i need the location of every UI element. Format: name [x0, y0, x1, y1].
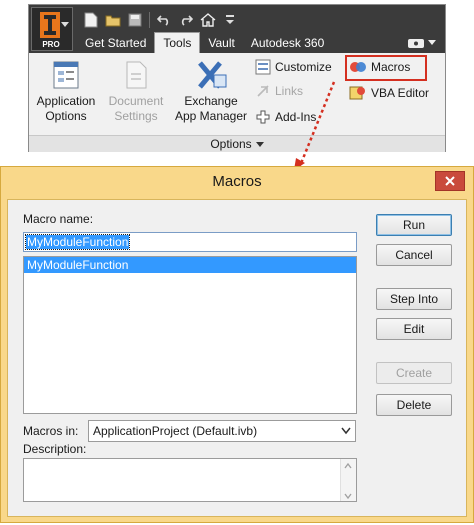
macros-in-select[interactable]: ApplicationProject (Default.ivb) — [88, 420, 356, 442]
scroll-arrows-icon — [344, 462, 352, 500]
app-menu-caret-icon — [61, 22, 69, 27]
step-into-button[interactable]: Step Into — [376, 288, 452, 310]
exchange-label-1: Exchange — [184, 94, 238, 108]
customize-button[interactable]: Customize — [255, 57, 332, 77]
customize-label: Customize — [275, 60, 332, 74]
new-file-icon[interactable] — [81, 10, 101, 30]
cancel-button[interactable]: Cancel — [376, 244, 452, 266]
customize-icon — [255, 59, 271, 75]
close-icon — [445, 176, 455, 186]
tab-get-started[interactable]: Get Started — [77, 33, 154, 53]
panel-expand-caret-icon — [255, 142, 264, 148]
tab-vault[interactable]: Vault — [200, 33, 242, 53]
create-button[interactable]: Create — [376, 362, 452, 384]
document-settings-button[interactable]: Document Settings — [101, 59, 171, 124]
macro-name-input[interactable]: MyModuleFunction — [23, 232, 357, 252]
macro-list[interactable]: MyModuleFunction — [23, 256, 357, 414]
add-ins-icon — [256, 110, 270, 124]
save-icon[interactable] — [125, 10, 145, 30]
macros-in-label: Macros in: — [23, 424, 79, 438]
document-settings-label-2: Settings — [114, 109, 158, 123]
tab-autodesk-360[interactable]: Autodesk 360 — [243, 33, 332, 53]
panel-toggle-icon — [408, 39, 424, 48]
add-ins-label: Add-Ins — [275, 110, 317, 124]
exchange-label-2: App Manager — [174, 109, 248, 123]
ribbon: PRO Get Started Tools Vault Autodesk 360… — [28, 4, 446, 152]
chevron-down-icon — [341, 427, 351, 435]
options-panel-footer[interactable]: Options — [29, 135, 445, 152]
macro-name-value: MyModuleFunction — [24, 234, 131, 250]
macros-dialog: Macros Macro name: MyModuleFunction MyMo… — [0, 166, 474, 523]
exchange-app-manager-icon — [198, 61, 227, 89]
application-options-label-1: Application — [36, 94, 96, 108]
macro-name-label: Macro name: — [23, 212, 94, 226]
application-options-icon — [53, 61, 79, 89]
add-ins-button[interactable]: Add-Ins — [255, 107, 316, 127]
macro-list-item[interactable]: MyModuleFunction — [24, 257, 356, 273]
edit-button[interactable]: Edit — [376, 318, 452, 340]
application-options-button[interactable]: Application Options — [33, 59, 99, 124]
close-button[interactable] — [435, 171, 465, 191]
open-folder-icon[interactable] — [103, 10, 123, 30]
application-options-label-2: Options — [45, 109, 87, 123]
undo-icon[interactable] — [154, 10, 174, 30]
app-edition-label: PRO — [42, 40, 60, 49]
exchange-app-manager-button[interactable]: Exchange App Manager — [169, 59, 253, 124]
ribbon-tabs: Get Started Tools Vault Autodesk 360 — [77, 32, 332, 53]
document-settings-icon — [126, 61, 147, 89]
links-label: Links — [275, 84, 304, 98]
home-icon[interactable] — [198, 10, 218, 30]
delete-button[interactable]: Delete — [376, 394, 452, 416]
vba-editor-icon — [349, 86, 365, 100]
redo-icon[interactable] — [176, 10, 196, 30]
macros-highlight-box — [345, 55, 427, 81]
tab-tools[interactable]: Tools — [154, 32, 201, 53]
run-button[interactable]: Run — [376, 214, 452, 236]
links-button[interactable]: Links — [255, 81, 303, 101]
links-icon — [257, 85, 269, 97]
options-panel-title: Options — [210, 137, 252, 151]
description-label: Description: — [23, 442, 87, 456]
application-menu-button[interactable]: PRO — [31, 7, 73, 51]
vba-editor-button[interactable]: VBA Editor — [349, 83, 429, 103]
vba-editor-label: VBA Editor — [371, 86, 430, 100]
macros-in-value: ApplicationProject (Default.ivb) — [93, 424, 258, 438]
inventor-logo-icon — [40, 12, 60, 38]
dialog-title: Macros — [212, 173, 262, 190]
description-scrollbar[interactable] — [340, 459, 356, 501]
dialog-body: Macro name: MyModuleFunction MyModuleFun… — [7, 199, 467, 517]
qat-separator — [149, 12, 150, 28]
document-settings-label-1: Document — [108, 94, 164, 108]
chevron-down-icon — [428, 40, 436, 45]
ribbon-title-bar: PRO Get Started Tools Vault Autodesk 360 — [29, 5, 445, 53]
qat-customize-caret-icon[interactable] — [220, 10, 240, 30]
ribbon-display-options-button[interactable] — [407, 35, 441, 51]
quick-access-toolbar — [81, 9, 240, 31]
description-textbox[interactable] — [23, 458, 357, 502]
